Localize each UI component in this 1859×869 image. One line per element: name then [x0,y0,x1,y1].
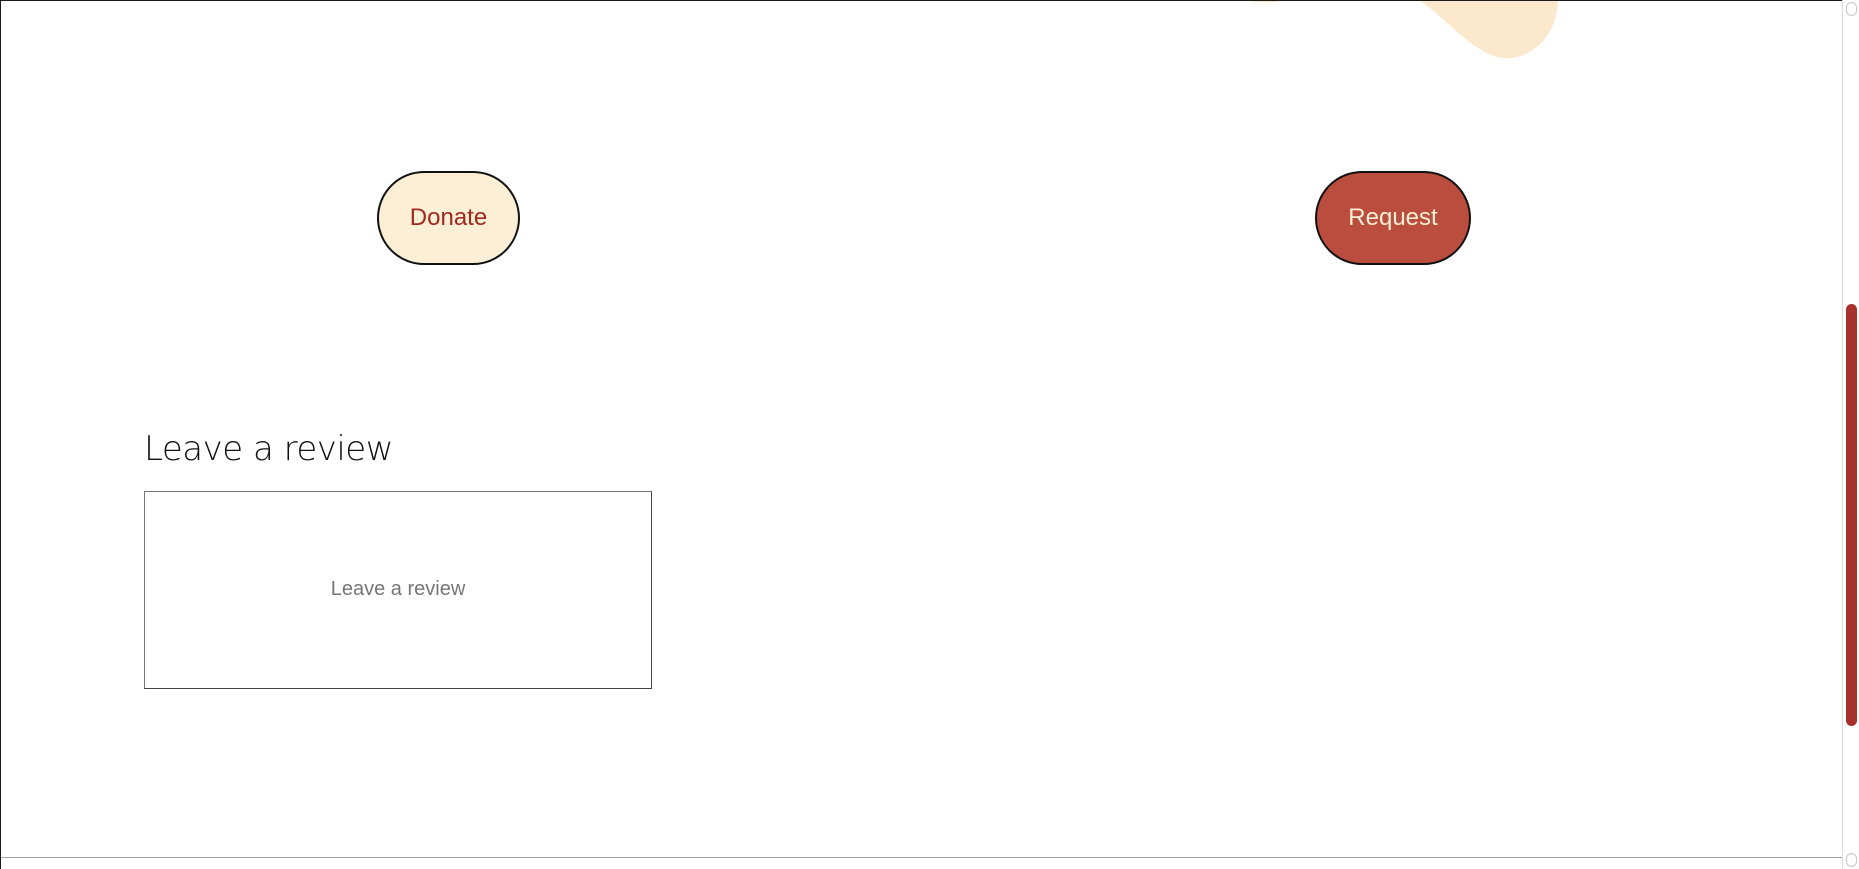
scrollbar-thumb[interactable] [1846,304,1857,726]
decorative-blob [1250,1,1558,59]
page-bottom-divider [1,857,1843,858]
review-heading: Leave a review [144,429,394,469]
donate-button[interactable]: Donate [377,171,520,265]
scrollbar-up-arrow[interactable] [1846,2,1857,16]
review-textarea[interactable] [144,491,652,689]
page-viewport: Donate Request Leave a review [0,0,1859,869]
request-button[interactable]: Request [1315,171,1471,265]
scrollbar-down-arrow[interactable] [1846,853,1857,867]
